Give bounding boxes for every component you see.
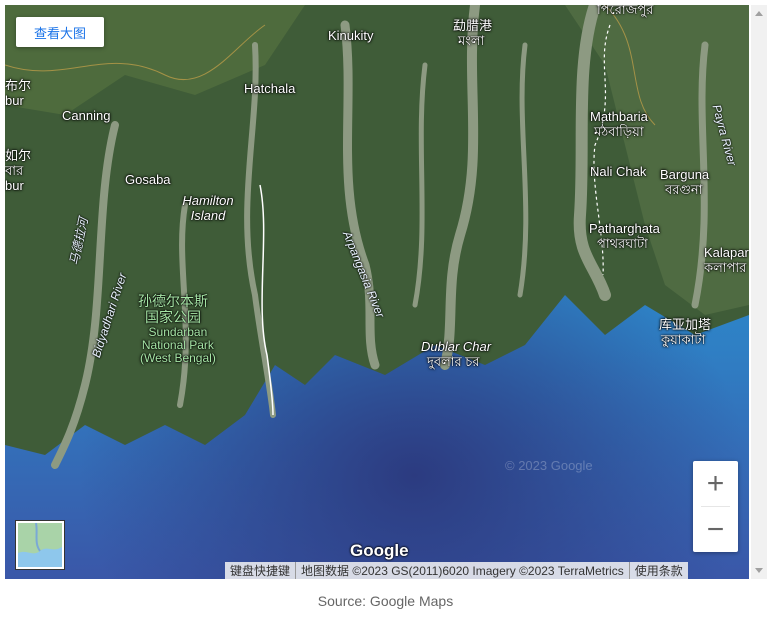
place-label-kinukity: Kinukity <box>328 28 374 43</box>
place-label-patharghata: Patharghata <box>589 221 660 236</box>
place-label-hatchala: Hatchala <box>244 81 296 96</box>
place-label-gosaba: Gosaba <box>125 172 171 187</box>
keyboard-shortcuts-link[interactable]: 键盘快捷键 <box>225 562 297 579</box>
place-label-mathbaria-bn: মঠবাড়িয়া <box>594 124 644 139</box>
park-label-en: Sundarban National Park (West Bengal) <box>140 325 216 365</box>
map-type-toggle[interactable] <box>16 521 64 569</box>
park-label-zh: 孙德尔本斯 国家公园 <box>138 293 208 325</box>
imagery-watermark: © 2023 Google <box>505 458 593 473</box>
zoom-out-button[interactable]: − <box>693 507 738 552</box>
place-label-dublar-char-bn: দুবলার চর <box>427 354 480 369</box>
scroll-down-arrow-icon[interactable] <box>755 568 763 573</box>
place-label-canning: Canning <box>62 108 111 123</box>
place-label-kuakata-bn: কুয়াকাটা <box>661 332 706 347</box>
place-label-mongla-bn: মংলা <box>458 33 485 48</box>
google-logo: Google <box>350 541 409 560</box>
map-data-attribution: 地图数据 ©2023 GS(2011)6020 Imagery ©2023 Te… <box>296 562 630 579</box>
place-label-hamilton-island: Hamilton Island <box>182 193 234 223</box>
place-label-edge-3: 如尔 <box>5 148 32 163</box>
zoom-in-button[interactable]: + <box>693 461 738 506</box>
place-label-mongla: 勐腊港 <box>453 18 493 33</box>
place-label-dublar-char: Dublar Char <box>421 339 492 354</box>
attribution-bar: 键盘快捷键 地图数据 ©2023 GS(2011)6020 Imagery ©2… <box>225 562 688 579</box>
place-label-patharghata-bn: পাথরঘাটা <box>597 236 648 251</box>
terms-link[interactable]: 使用条款 <box>630 562 688 579</box>
place-label-barguna: Barguna <box>660 167 710 182</box>
scroll-up-arrow-icon[interactable] <box>755 11 763 16</box>
image-caption: Source: Google Maps <box>317 593 454 609</box>
place-label-edge-5: bur <box>5 178 24 193</box>
place-label-kalapara-bn: কলাপার <box>704 260 747 275</box>
place-label-pirojpur-bn: পিরোজপুর <box>597 5 654 17</box>
map-view[interactable]: Kinukity Hatchala Canning Gosaba Hamilto… <box>5 5 749 579</box>
scrollbar[interactable] <box>751 5 767 579</box>
place-label-edge-2: bur <box>5 93 24 108</box>
place-label-barguna-bn: বরগুনা <box>665 182 703 197</box>
place-label-nali-chak: Nali Chak <box>590 164 647 179</box>
place-label-edge-4: বার <box>5 163 24 178</box>
place-label-kalapara: Kalapar <box>704 245 749 260</box>
place-label-mathbaria: Mathbaria <box>590 109 648 124</box>
zoom-control: + − <box>693 461 738 552</box>
map-thumbnail-icon <box>18 523 62 567</box>
place-label-kuakata: 库亚加塔 <box>659 317 712 332</box>
place-label-edge-1: 布尔 <box>5 78 32 93</box>
view-larger-map-button[interactable]: 查看大图 <box>16 17 104 47</box>
